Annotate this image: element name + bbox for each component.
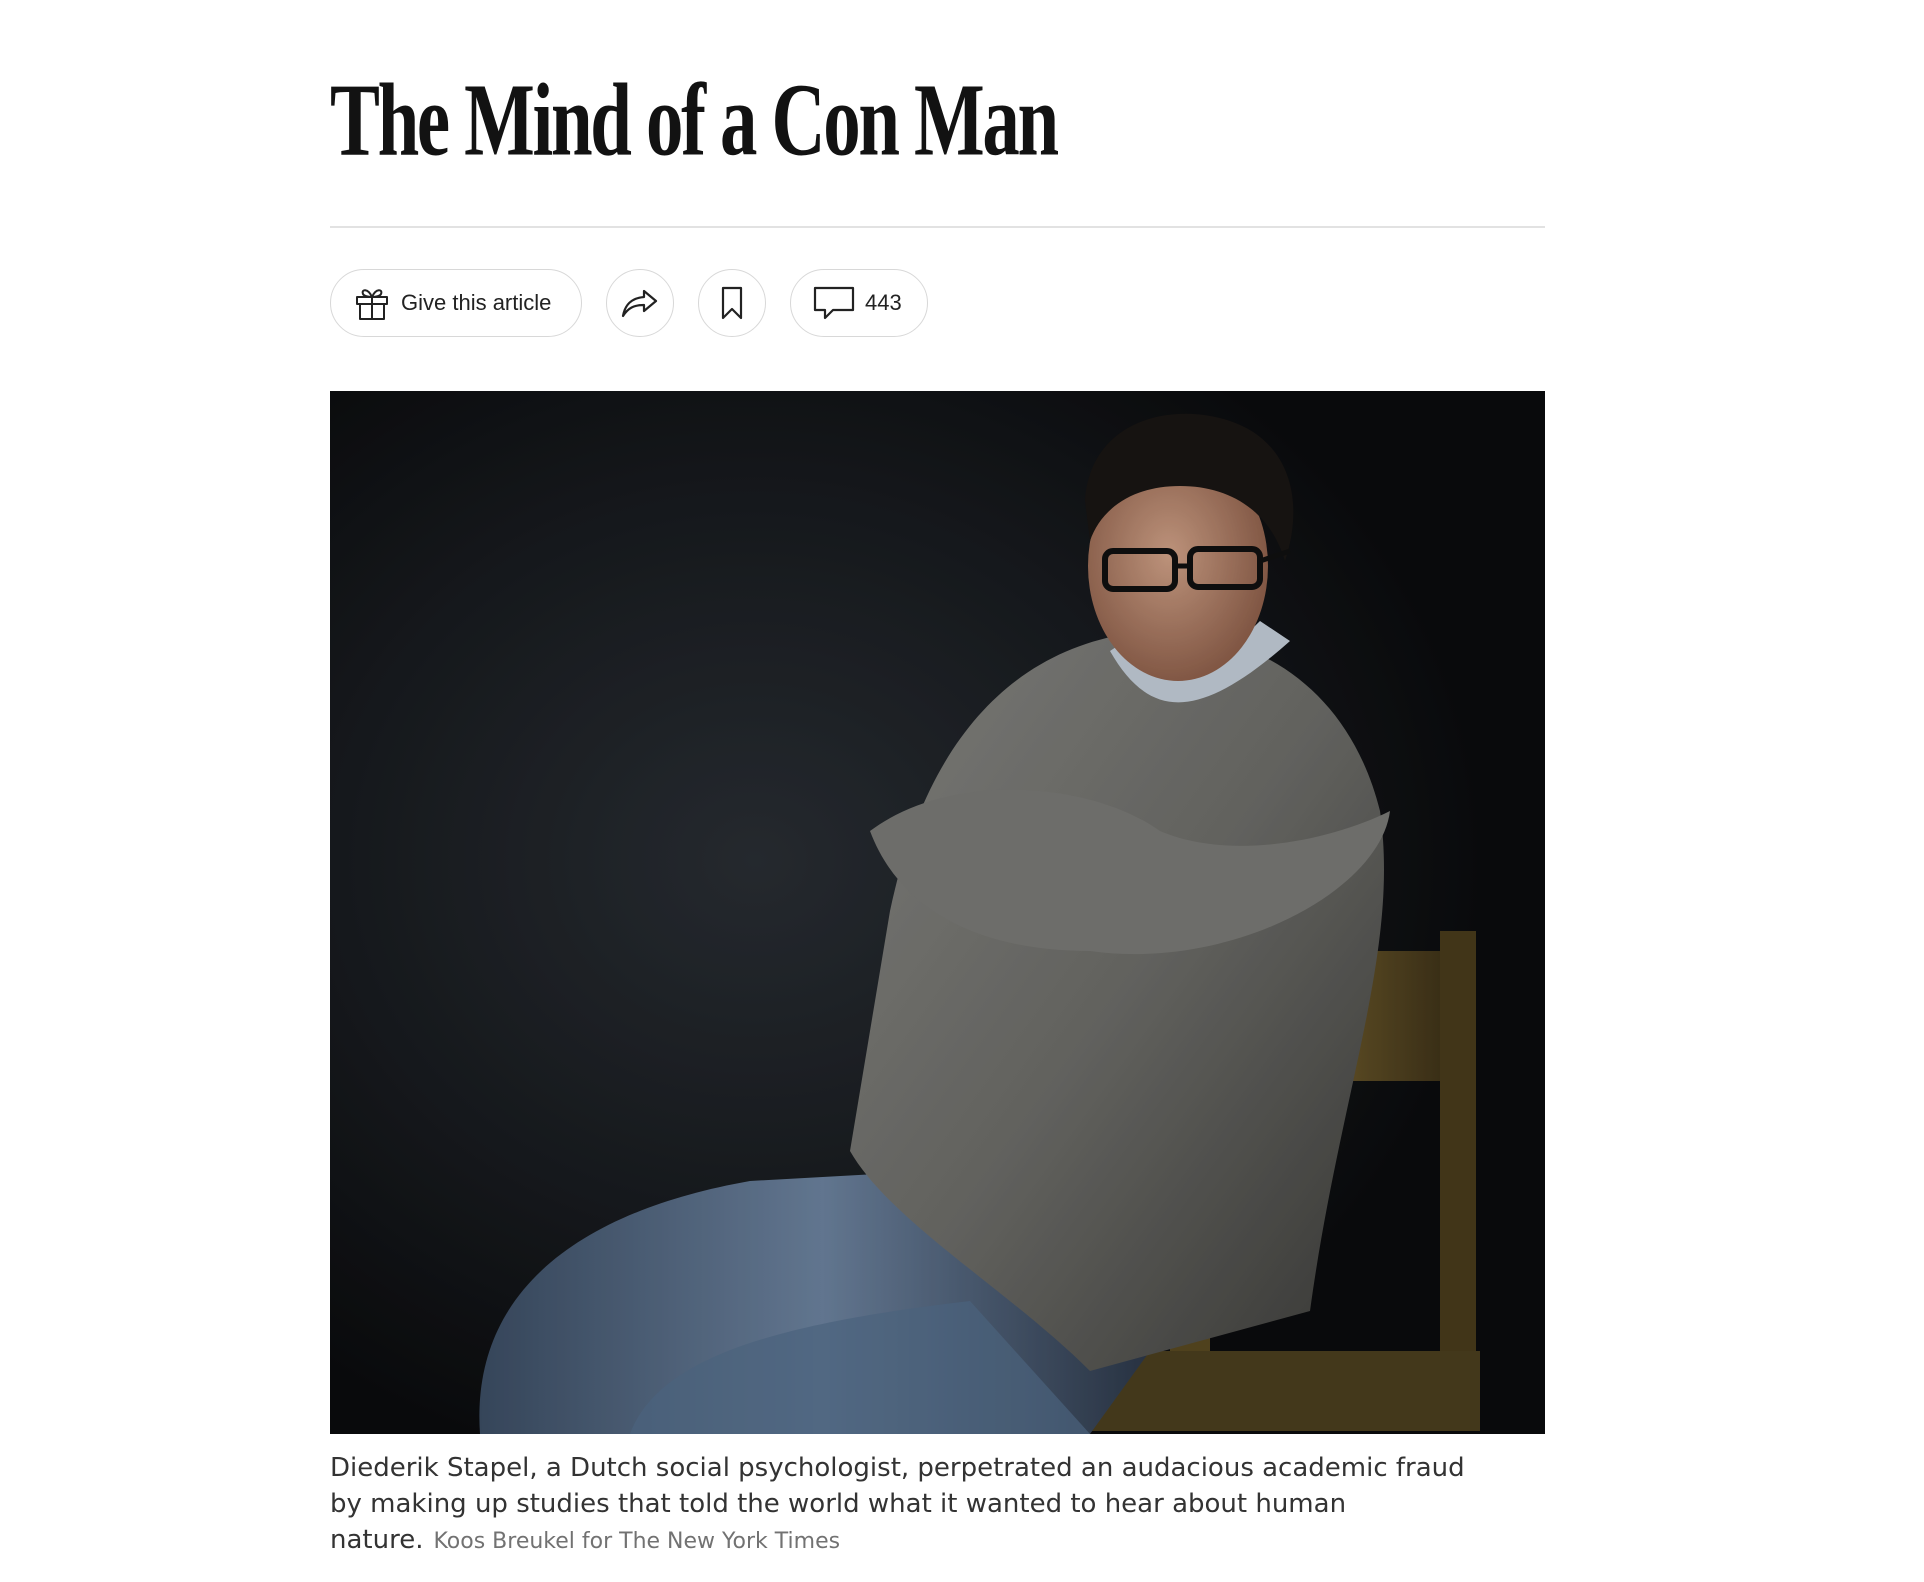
photo-credit: Koos Breukel for The New York Times (433, 1529, 841, 1554)
save-button[interactable] (698, 269, 766, 337)
give-article-label: Give this article (401, 290, 552, 315)
bookmark-icon (719, 285, 745, 321)
share-button[interactable] (606, 269, 674, 337)
header-divider (330, 226, 1545, 228)
give-article-button[interactable]: Give this article (330, 269, 582, 337)
comments-button[interactable]: 443 (790, 269, 928, 337)
headline: The Mind of a Con Man (330, 61, 1059, 178)
portrait-image (330, 391, 1545, 1434)
gift-icon (353, 284, 391, 322)
comment-count: 443 (865, 290, 902, 315)
photo-caption: Diederik Stapel, a Dutch social psycholo… (330, 1450, 1480, 1560)
lead-photo (330, 391, 1545, 1434)
speech-bubble-icon (813, 285, 855, 321)
share-arrow-icon (620, 287, 660, 319)
article-toolbar: Give this article 443 (330, 269, 928, 337)
